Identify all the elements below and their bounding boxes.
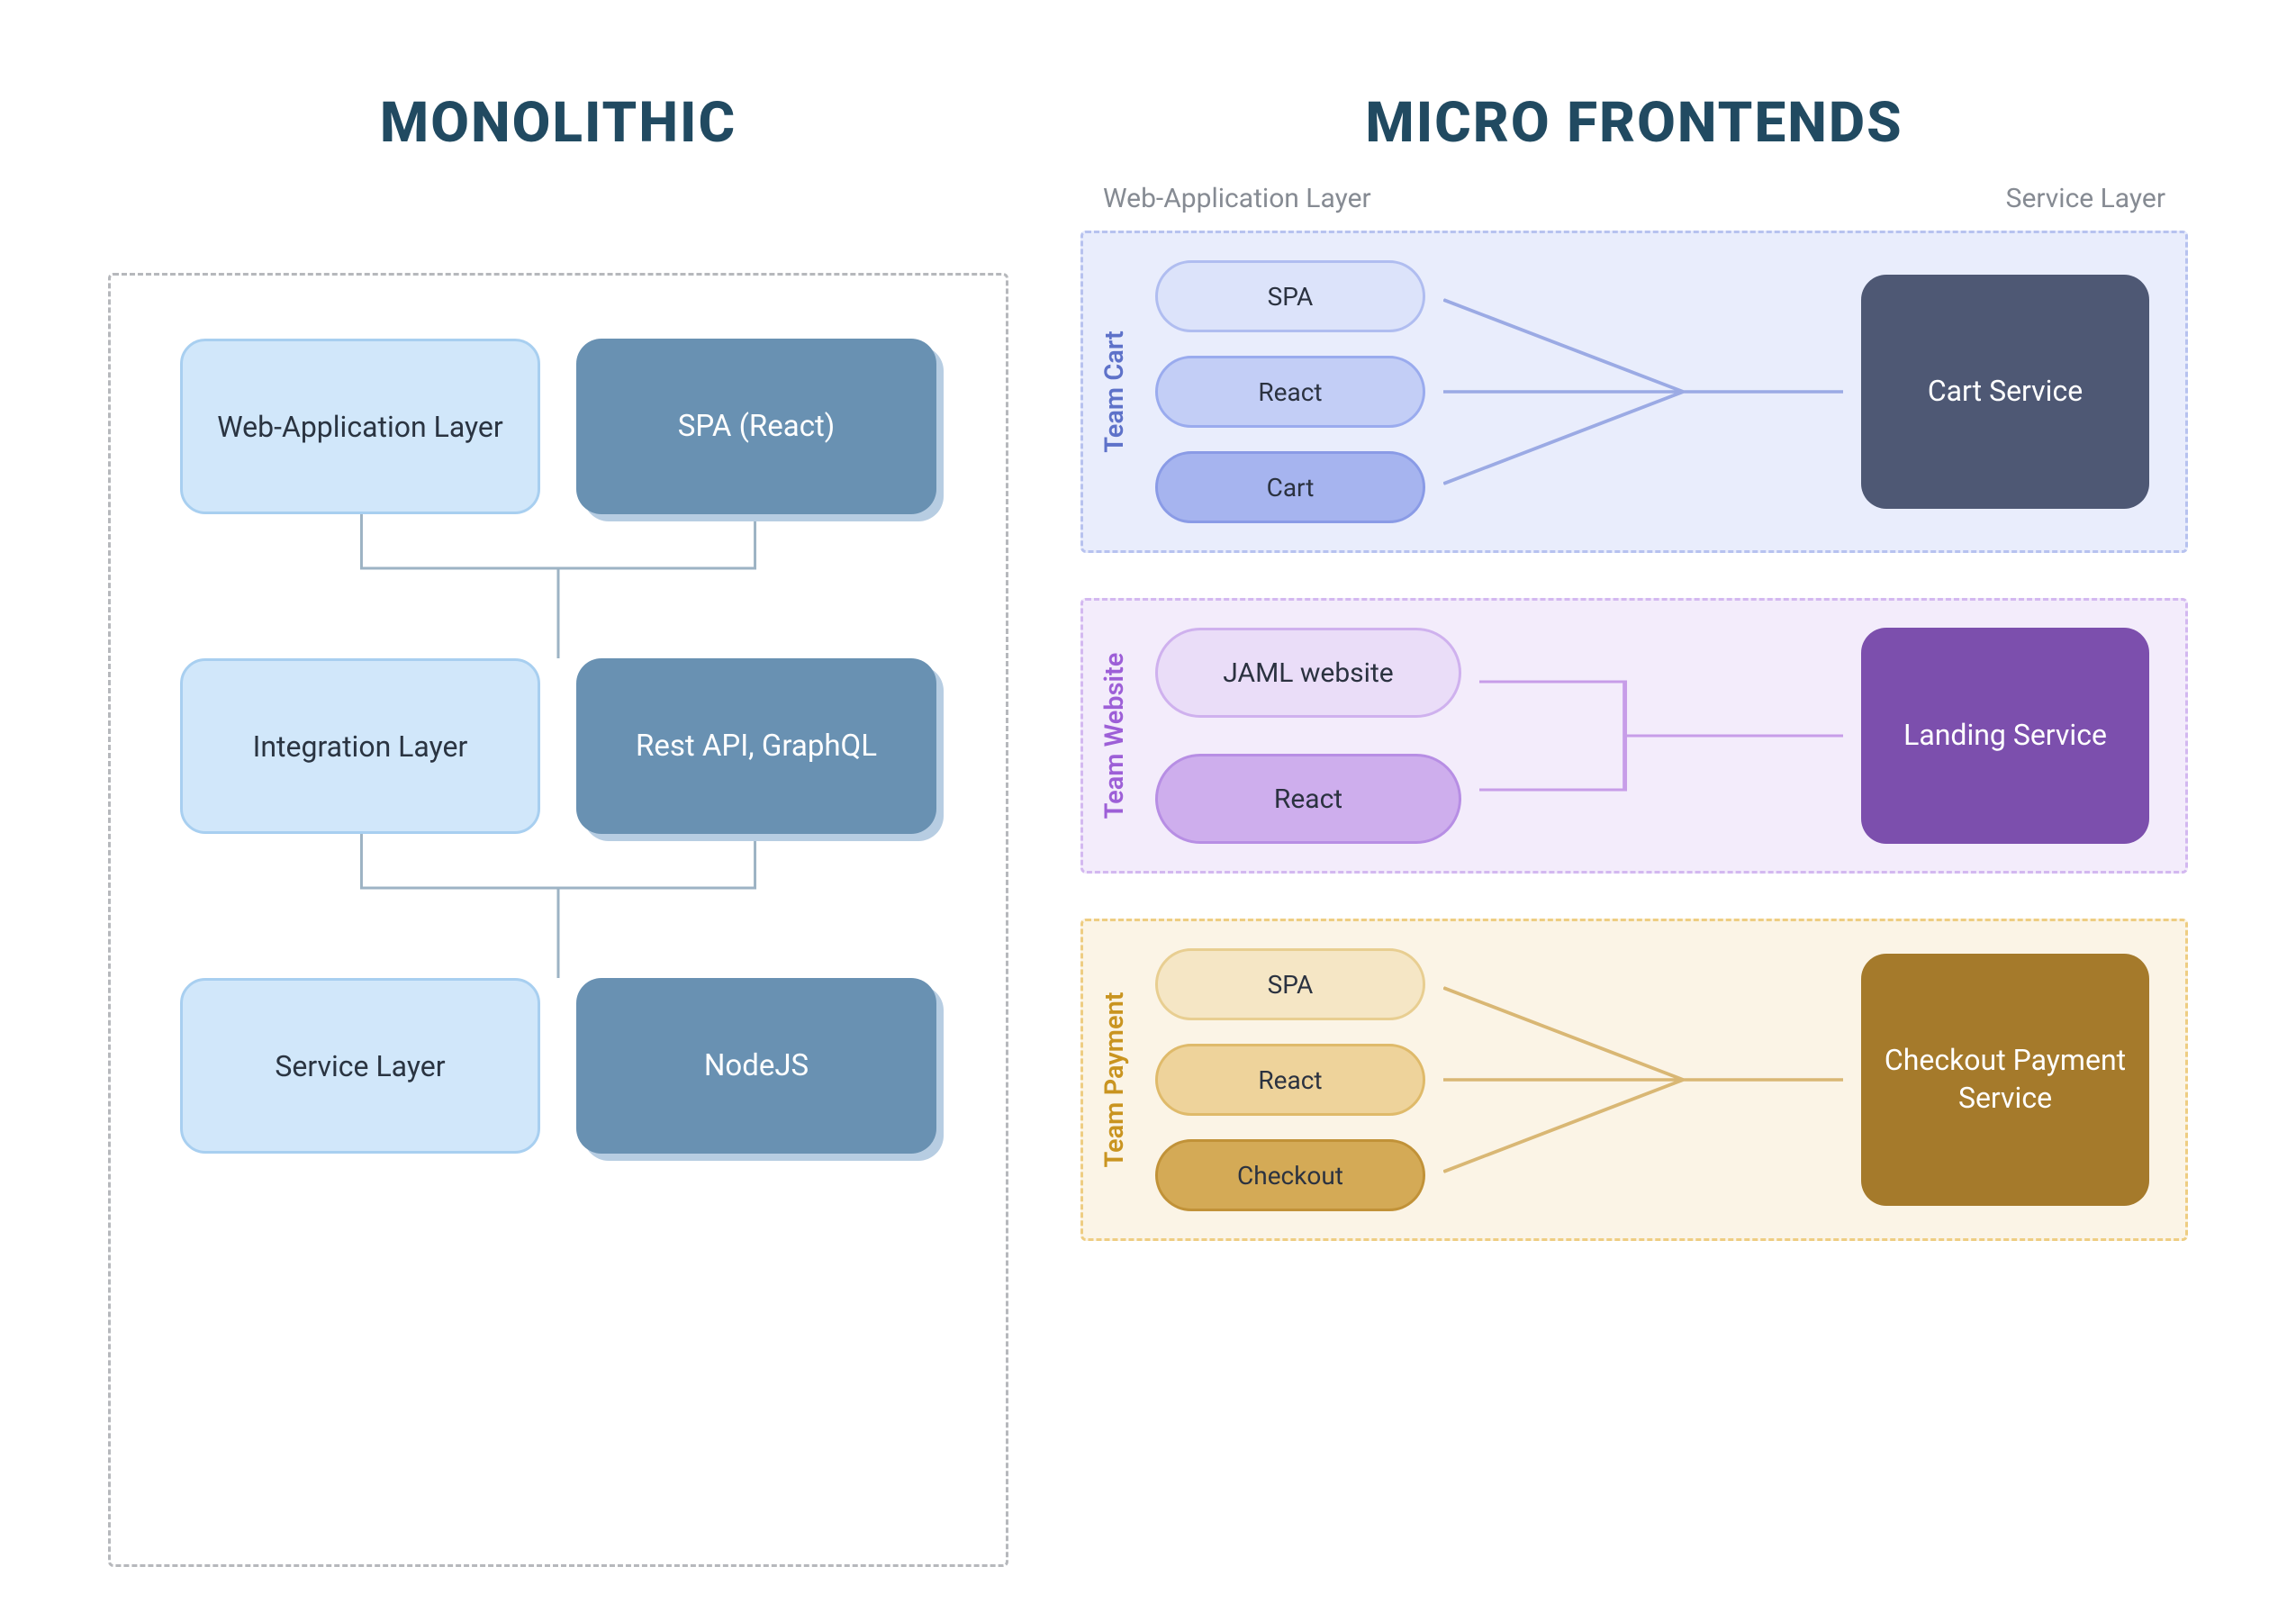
team-label-website: Team Website bbox=[1099, 653, 1130, 820]
layer-integration: Integration Layer bbox=[180, 658, 540, 834]
team-box-cart: Team Cart SPA React Cart Cart Service bbox=[1080, 231, 2188, 553]
team-label-cart: Team Cart bbox=[1099, 331, 1130, 453]
layer-web-app: Web-Application Layer bbox=[180, 339, 540, 514]
pill-pay-react: React bbox=[1155, 1044, 1425, 1116]
layer-service: Service Layer bbox=[180, 978, 540, 1154]
mono-connector-0 bbox=[156, 514, 961, 658]
pill-text: Cart bbox=[1267, 473, 1315, 503]
pill-text: React bbox=[1258, 1065, 1322, 1095]
pill-cart-react: React bbox=[1155, 356, 1425, 428]
service-cart: Cart Service bbox=[1861, 275, 2149, 509]
service-payment: Checkout Payment Service bbox=[1861, 954, 2149, 1206]
mf-label-left: Web-Application Layer bbox=[1103, 183, 1371, 214]
microfrontends-title: MICRO FRONTENDS bbox=[1080, 90, 2188, 156]
pills-cart: SPA React Cart bbox=[1155, 260, 1425, 523]
monolithic-column: MONOLITHIC Web-Application Layer SPA (Re… bbox=[108, 90, 1008, 1567]
monolithic-title: MONOLITHIC bbox=[108, 90, 1008, 156]
pill-text: SPA bbox=[1268, 282, 1314, 312]
tech-label: NodeJS bbox=[704, 1047, 809, 1084]
pill-text: Checkout bbox=[1237, 1161, 1343, 1191]
service-text: Landing Service bbox=[1903, 717, 2107, 755]
microfrontends-column: MICRO FRONTENDS Web-Application Layer Se… bbox=[1080, 90, 2188, 1567]
mono-row-0: Web-Application Layer SPA (React) bbox=[156, 339, 961, 514]
tech-nodejs: NodeJS bbox=[576, 978, 936, 1154]
conn-payment bbox=[1443, 948, 1843, 1211]
mono-row-2: Service Layer NodeJS bbox=[156, 978, 961, 1154]
tech-rest-graphql: Rest API, GraphQL bbox=[576, 658, 936, 834]
pill-pay-checkout: Checkout bbox=[1155, 1139, 1425, 1211]
layer-label: Web-Application Layer bbox=[217, 409, 502, 445]
pill-text: JAML website bbox=[1223, 657, 1393, 689]
pill-text: React bbox=[1274, 783, 1342, 815]
layer-label: Integration Layer bbox=[253, 729, 468, 765]
mf-label-right: Service Layer bbox=[2006, 183, 2165, 214]
pill-text: React bbox=[1258, 377, 1322, 407]
pill-cart-cart: Cart bbox=[1155, 451, 1425, 523]
pills-payment: SPA React Checkout bbox=[1155, 948, 1425, 1211]
monolithic-panel: Web-Application Layer SPA (React) Integr… bbox=[108, 273, 1008, 1567]
layer-label: Service Layer bbox=[275, 1048, 445, 1084]
pill-cart-spa: SPA bbox=[1155, 260, 1425, 332]
team-box-website: Team Website JAML website React Landing … bbox=[1080, 598, 2188, 874]
tech-label: SPA (React) bbox=[678, 408, 836, 445]
conn-cart bbox=[1443, 260, 1843, 523]
mono-connector-1 bbox=[156, 834, 961, 978]
conn-website bbox=[1479, 628, 1843, 844]
team-label-payment: Team Payment bbox=[1099, 992, 1130, 1167]
tech-spa-react: SPA (React) bbox=[576, 339, 936, 514]
pill-text: SPA bbox=[1268, 970, 1314, 1000]
service-text: Checkout Payment Service bbox=[1861, 1042, 2149, 1117]
mf-layer-labels: Web-Application Layer Service Layer bbox=[1080, 183, 2188, 214]
pill-web-react: React bbox=[1155, 754, 1461, 844]
mono-row-1: Integration Layer Rest API, GraphQL bbox=[156, 658, 961, 834]
service-website: Landing Service bbox=[1861, 628, 2149, 844]
pill-pay-spa: SPA bbox=[1155, 948, 1425, 1020]
tech-label: Rest API, GraphQL bbox=[636, 728, 877, 765]
team-box-payment: Team Payment SPA React Checkout Checkout… bbox=[1080, 919, 2188, 1241]
diagram-root: MONOLITHIC Web-Application Layer SPA (Re… bbox=[108, 90, 2188, 1567]
pill-web-jaml: JAML website bbox=[1155, 628, 1461, 718]
pills-website: JAML website React bbox=[1155, 628, 1461, 844]
service-text: Cart Service bbox=[1928, 373, 2083, 411]
